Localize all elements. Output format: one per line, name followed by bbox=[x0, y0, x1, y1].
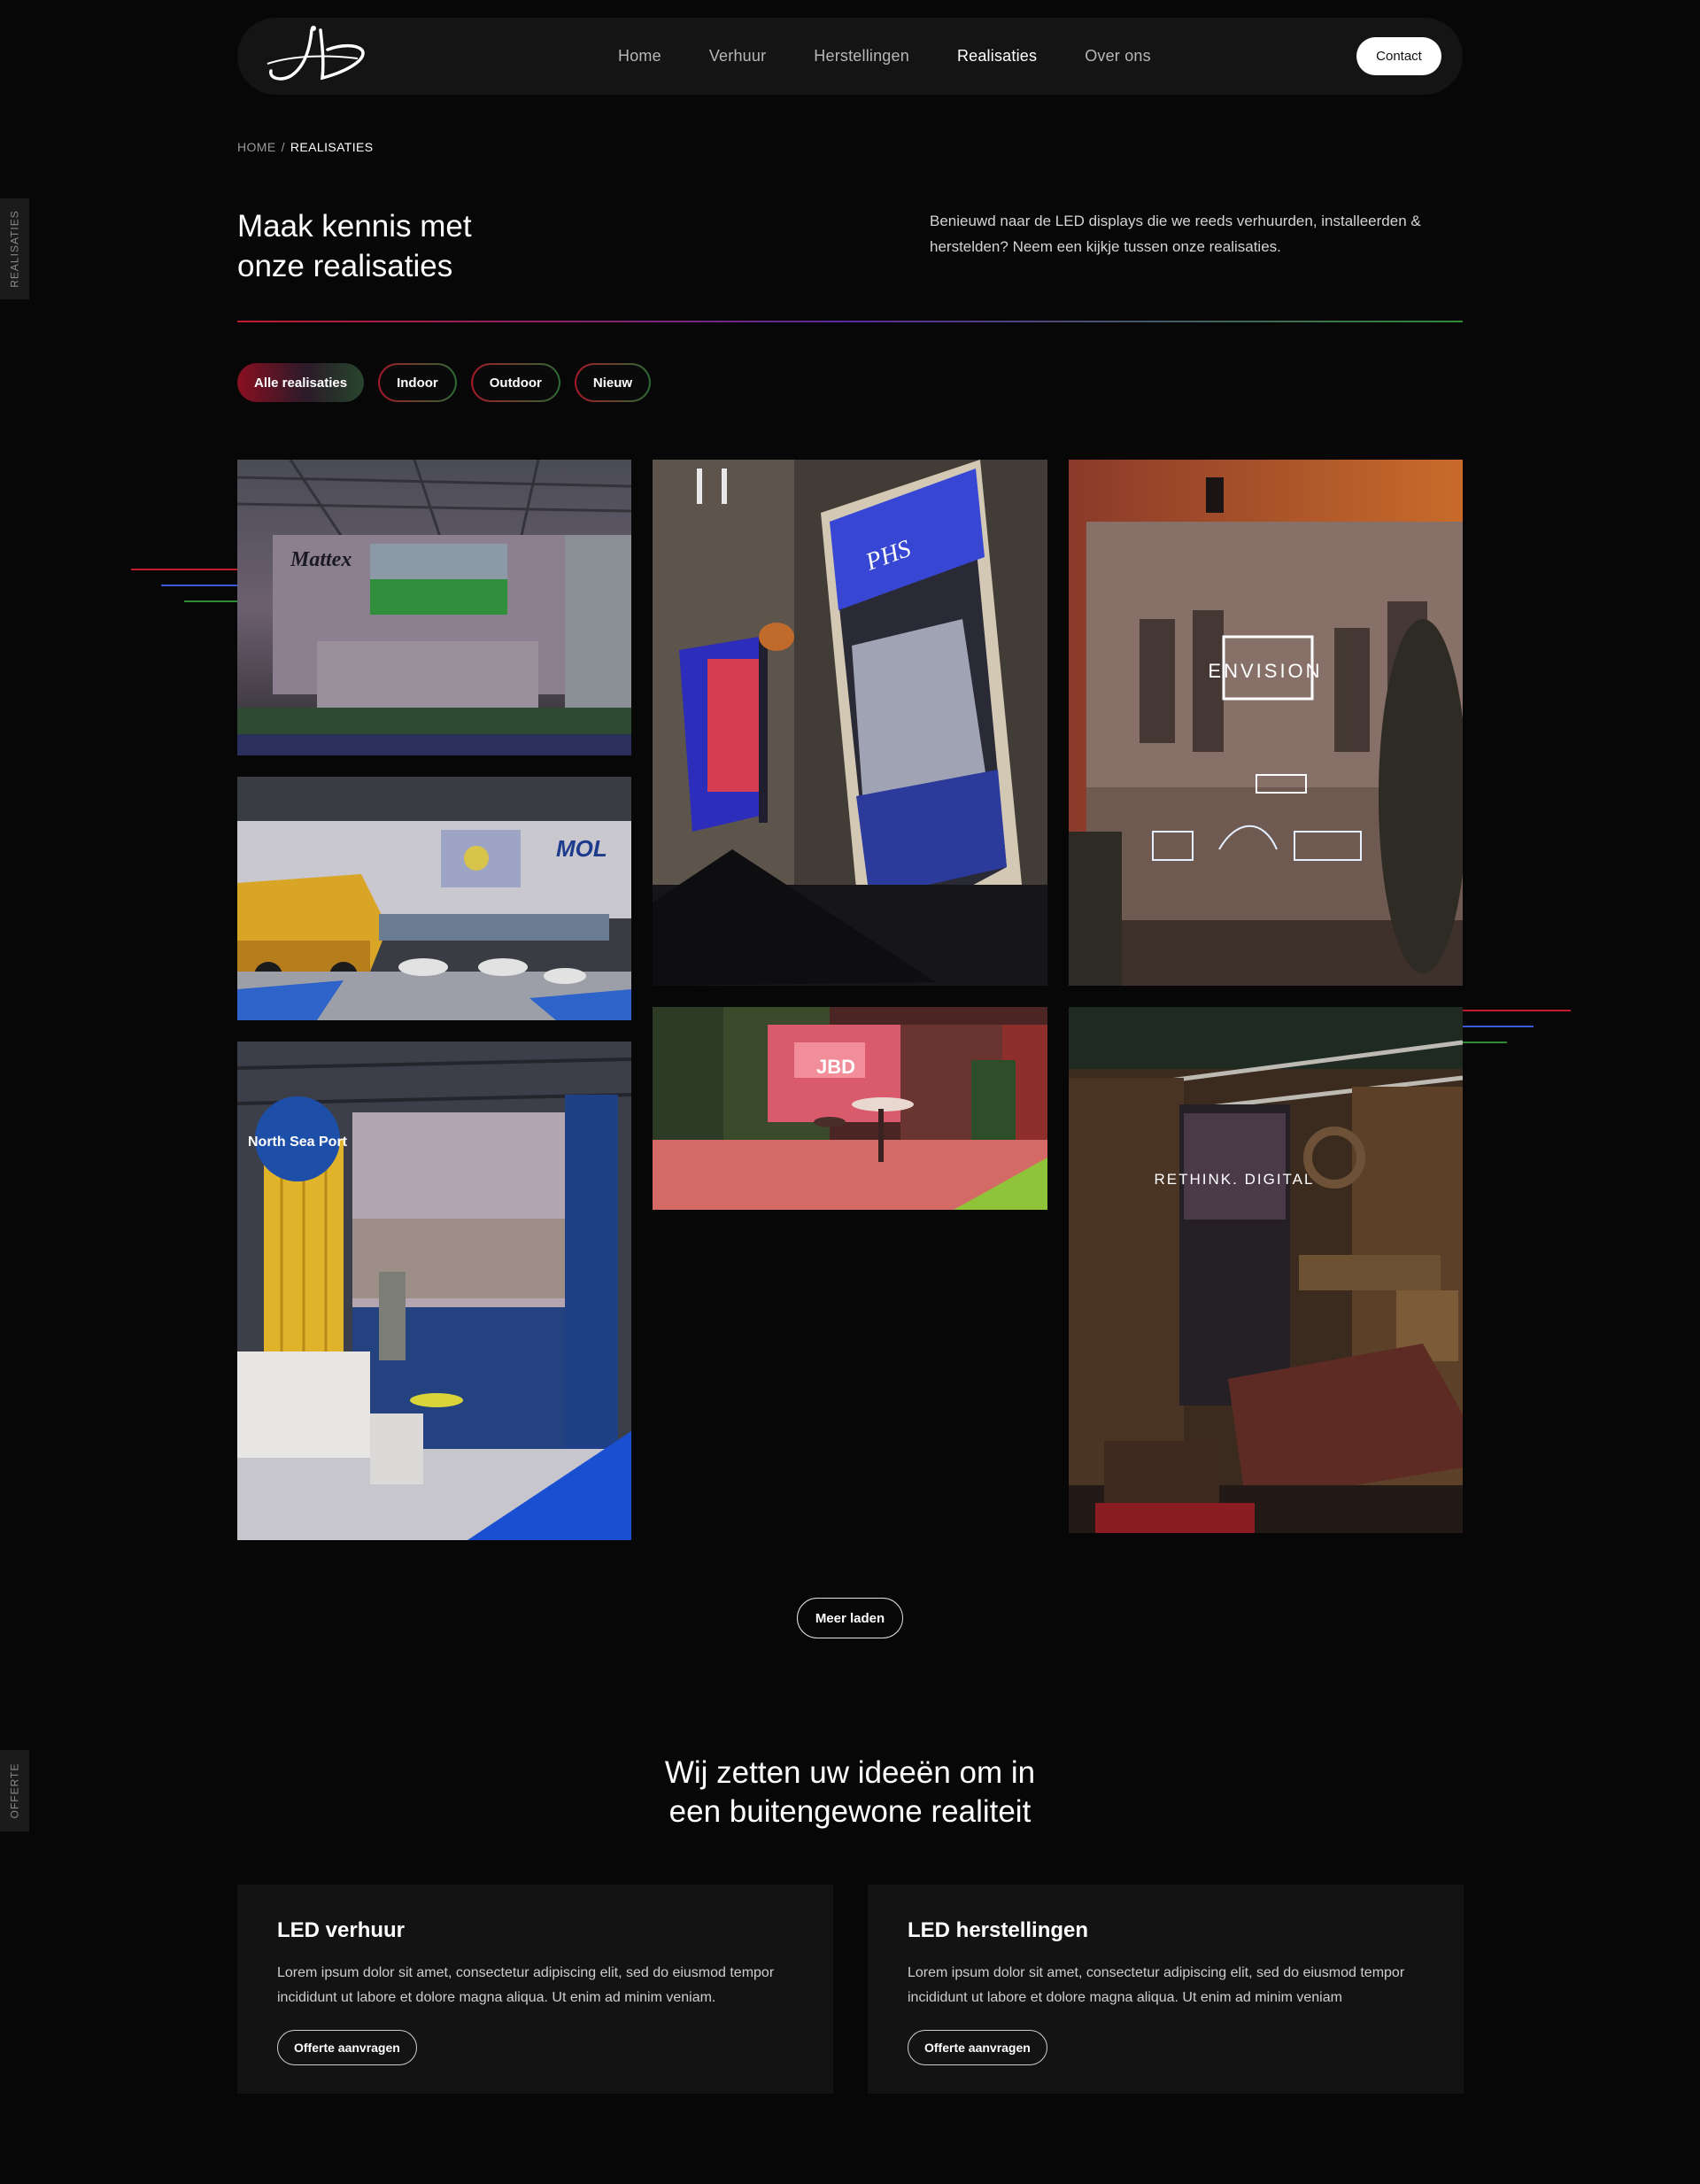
filter-outdoor[interactable]: Outdoor bbox=[471, 363, 560, 402]
page-title-line-2: onze realisaties bbox=[237, 249, 453, 283]
nav-links: Home Verhuur Herstellingen Realisaties O… bbox=[618, 18, 1199, 95]
breadcrumb-current: REALISATIES bbox=[290, 140, 374, 154]
side-tab-label: OFFERTE bbox=[8, 1762, 21, 1819]
breadcrumb: HOME / REALISATIES bbox=[237, 140, 374, 154]
filter-indoor[interactable]: Indoor bbox=[378, 363, 457, 402]
main-nav: Home Verhuur Herstellingen Realisaties O… bbox=[237, 18, 1463, 95]
quote-request-button[interactable]: Offerte aanvragen bbox=[277, 2030, 417, 2065]
cta-title: Wij zetten uw ideeën om in een buitengew… bbox=[584, 1754, 1116, 1832]
filter-nieuw[interactable]: Nieuw bbox=[575, 363, 651, 402]
decorative-lines-left bbox=[131, 569, 237, 616]
page-title: Maak kennis met onze realisaties bbox=[237, 206, 591, 286]
service-card-led-herstellingen: LED herstellingen Lorem ipsum dolor sit … bbox=[868, 1885, 1464, 2094]
gallery-item-mattex[interactable]: Mattex bbox=[237, 460, 631, 755]
gallery-brand-text: ENVISION bbox=[1208, 660, 1322, 682]
nav-item-home[interactable]: Home bbox=[618, 47, 661, 66]
gallery-item-phs[interactable]: PHS bbox=[653, 460, 1047, 986]
side-tab-realisaties[interactable]: REALISATIES bbox=[0, 198, 29, 299]
cta-title-line-1: Wij zetten uw ideeën om in bbox=[664, 1755, 1036, 1790]
gallery-image: PHS bbox=[653, 460, 1047, 986]
gallery-brand-text: JBD bbox=[816, 1056, 855, 1078]
nav-item-over-ons[interactable]: Over ons bbox=[1085, 47, 1151, 66]
card-text: Lorem ipsum dolor sit amet, consectetur … bbox=[277, 1965, 775, 2005]
side-tab-offerte[interactable]: OFFERTE bbox=[0, 1750, 29, 1832]
gallery-image: MOL bbox=[237, 777, 631, 1020]
gallery-brand-text: North Sea Port bbox=[248, 1135, 348, 1150]
service-card-led-verhuur: LED verhuur Lorem ipsum dolor sit amet, … bbox=[237, 1885, 833, 2094]
breadcrumb-separator: / bbox=[281, 140, 285, 154]
breadcrumb-home[interactable]: HOME bbox=[237, 140, 276, 154]
load-more-button[interactable]: Meer laden bbox=[797, 1598, 903, 1638]
gallery-item-mol[interactable]: MOL bbox=[237, 777, 631, 1020]
cta-title-line-2: een buitengewone realiteit bbox=[668, 1794, 1032, 1829]
page-title-line-1: Maak kennis met bbox=[237, 209, 472, 244]
contact-button[interactable]: Contact bbox=[1356, 37, 1441, 75]
side-tab-label: REALISATIES bbox=[8, 210, 21, 288]
gallery-image: ENVISION bbox=[1069, 460, 1463, 986]
gallery-image: Mattex bbox=[237, 460, 631, 755]
decorative-lines-right bbox=[1463, 1010, 1571, 1057]
filter-all[interactable]: Alle realisaties bbox=[237, 363, 365, 402]
nav-item-herstellingen[interactable]: Herstellingen bbox=[814, 47, 909, 66]
gallery-brand-text: MOL bbox=[556, 835, 607, 862]
gallery-brand-text: Mattex bbox=[290, 548, 352, 571]
gallery-item-jbd-booth[interactable]: JBD bbox=[653, 1007, 1047, 1210]
filter-bar: Alle realisaties Indoor Outdoor Nieuw bbox=[237, 363, 651, 402]
gallery-item-north-sea-port[interactable]: North Sea Port bbox=[237, 1042, 631, 1540]
gallery-item-rethink-digital[interactable]: RETHINK. DIGITAL bbox=[1069, 1007, 1463, 1533]
quote-request-button[interactable]: Offerte aanvragen bbox=[908, 2030, 1047, 2065]
gallery-brand-text: RETHINK. DIGITAL bbox=[1155, 1171, 1315, 1188]
gallery-image: RETHINK. DIGITAL bbox=[1069, 1007, 1463, 1533]
gallery-image: North Sea Port bbox=[237, 1042, 631, 1540]
gallery-item-envision[interactable]: ENVISION bbox=[1069, 460, 1463, 986]
card-text: Lorem ipsum dolor sit amet, consectetur … bbox=[908, 1965, 1405, 2005]
nav-item-realisaties[interactable]: Realisaties bbox=[957, 47, 1037, 66]
card-title: LED herstellingen bbox=[908, 1918, 1089, 1942]
intro-text: Benieuwd naar de LED displays die we ree… bbox=[930, 213, 1421, 255]
nav-item-verhuur[interactable]: Verhuur bbox=[709, 47, 766, 66]
card-title: LED verhuur bbox=[277, 1918, 406, 1942]
gradient-divider bbox=[237, 321, 1463, 322]
brand-logo[interactable] bbox=[259, 23, 368, 89]
gallery-image: JBD bbox=[653, 1007, 1047, 1210]
